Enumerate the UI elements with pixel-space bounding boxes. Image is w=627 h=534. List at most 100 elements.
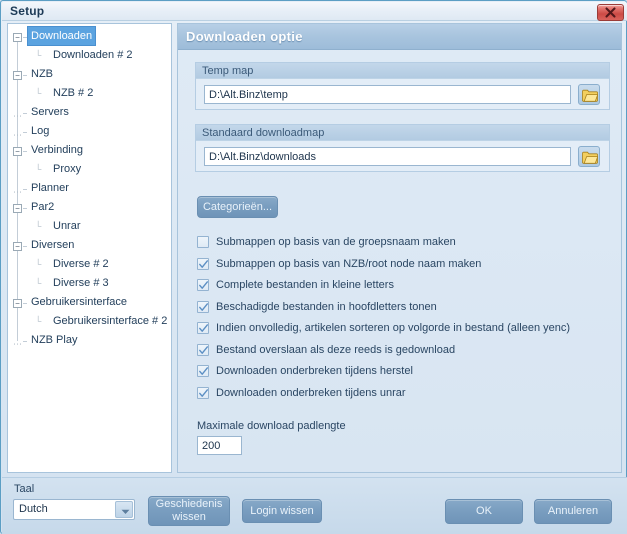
sidebar-item-label: Downloaden — [28, 27, 96, 45]
sidebar-item-diverse-2[interactable]: Diverse # 2 — [50, 256, 112, 274]
tree-leaf-marker-icon: ⋯ — [13, 130, 22, 140]
sidebar-item-label: Downloaden # 2 — [53, 49, 133, 61]
sidebar-item-label: Diverse # 3 — [53, 277, 109, 289]
sidebar-item-label: NZB # 2 — [53, 87, 94, 99]
temp-map-browse-button[interactable] — [578, 84, 600, 105]
chevron-down-icon[interactable] — [115, 501, 133, 518]
sidebar-item-label: Gebruikersinterface — [31, 296, 127, 308]
checkbox-checked[interactable] — [197, 257, 209, 270]
main-panel: Downloaden optie Temp map D:\Alt.Binz\te… — [177, 23, 622, 473]
sidebar-item-nzb[interactable]: NZB — [28, 66, 56, 84]
tree-child-connector-icon: └ — [35, 50, 42, 60]
cancel-button[interactable]: Annuleren — [534, 499, 612, 524]
checkbox-checked[interactable] — [197, 343, 209, 356]
sidebar-item-verbinding[interactable]: Verbinding — [28, 142, 86, 160]
language-label: Taal — [14, 483, 35, 495]
tree-child-connector-icon: └ — [35, 221, 42, 231]
tree-child-connector-icon: └ — [35, 164, 42, 174]
group-default-download-map-header: Standaard downloadmap — [196, 125, 609, 141]
tree-connector-line — [23, 303, 27, 304]
default-download-map-input[interactable]: D:\Alt.Binz\downloads — [204, 147, 571, 166]
tree-connector-line — [23, 113, 27, 114]
clear-login-button[interactable]: Login wissen — [242, 499, 322, 523]
group-default-download-map: Standaard downloadmap D:\Alt.Binz\downlo… — [195, 124, 610, 172]
sidebar-item-label: NZB — [31, 68, 53, 80]
categories-button[interactable]: Categorieën... — [197, 196, 278, 218]
language-select[interactable]: Dutch — [13, 499, 135, 520]
tree-child-connector-icon: └ — [35, 88, 42, 98]
clear-history-button[interactable]: Geschiedenis wissen — [148, 496, 230, 526]
sidebar-item-diverse-3[interactable]: Diverse # 3 — [50, 275, 112, 293]
panel-header-title: Downloaden optie — [186, 29, 303, 44]
group-temp-map: Temp map D:\Alt.Binz\temp — [195, 62, 610, 110]
temp-map-input[interactable]: D:\Alt.Binz\temp — [204, 85, 571, 104]
tree-expander-minus-icon[interactable]: − — [13, 33, 22, 42]
max-path-length-label: Maximale download padlengte — [197, 420, 346, 432]
sidebar-item-nzb-play[interactable]: NZB Play — [28, 332, 80, 350]
sidebar-item-gebruikersinterface-2[interactable]: Gebruikersinterface # 2 — [50, 313, 170, 331]
tree-child-connector-icon: └ — [35, 259, 42, 269]
checkbox-label: Submappen op basis van NZB/root node naa… — [216, 257, 482, 270]
settings-tree[interactable]: − Downloaden └ Downloaden # 2− NZB └ NZB # 2 ⋯ S… — [7, 23, 172, 473]
sidebar-item-servers[interactable]: Servers — [28, 104, 72, 122]
sidebar-item-label: NZB Play — [31, 334, 78, 346]
sidebar-item-unrar[interactable]: Unrar — [50, 218, 84, 236]
tree-connector-line — [23, 341, 27, 342]
checkbox-unchecked[interactable] — [197, 236, 209, 248]
tree-expander-minus-icon[interactable]: − — [13, 242, 22, 251]
sidebar-item-diversen[interactable]: Diversen — [28, 237, 77, 255]
sidebar-item-proxy[interactable]: Proxy — [50, 161, 84, 179]
sidebar-item-log[interactable]: Log — [28, 123, 52, 141]
checkbox-label: Bestand overslaan als deze reeds is gedo… — [216, 343, 456, 356]
checkbox-label: Complete bestanden in kleine letters — [216, 279, 394, 291]
tree-expander-minus-icon[interactable]: − — [13, 204, 22, 213]
sidebar-item-gebruikersinterface[interactable]: Gebruikersinterface — [28, 294, 130, 312]
window-title: Setup — [10, 4, 45, 18]
tree-leaf-marker-icon: ⋯ — [13, 111, 22, 121]
checkbox-label: Submappen op basis van de groepsnaam mak… — [216, 236, 456, 248]
checkbox-label: Downloaden onderbreken tijdens herstel — [216, 365, 413, 377]
tree-expander-minus-icon[interactable]: − — [13, 71, 22, 80]
sidebar-item-nzb-2[interactable]: NZB # 2 — [50, 85, 96, 103]
sidebar-item-planner[interactable]: Planner — [28, 180, 72, 198]
checkbox-label: Downloaden onderbreken tijdens unrar — [216, 386, 406, 399]
tree-leaf-marker-icon: ⋯ — [13, 339, 22, 349]
group-temp-map-header: Temp map — [196, 63, 609, 79]
tree-child-connector-icon: └ — [35, 316, 42, 326]
tree-connector-line — [23, 37, 27, 38]
language-select-value: Dutch — [19, 503, 48, 515]
tree-connector-line — [23, 208, 27, 209]
checkbox-label: Beschadigde bestanden in hoofdletters to… — [216, 300, 437, 313]
sidebar-item-label: Unrar — [53, 220, 81, 232]
tree-connector-line — [23, 246, 27, 247]
max-path-length-input[interactable]: 200 — [197, 436, 242, 455]
sidebar-item-downloaden[interactable]: Downloaden — [28, 27, 96, 46]
sidebar-item-par2[interactable]: Par2 — [28, 199, 57, 217]
group-temp-map-title: Temp map — [202, 65, 254, 77]
default-download-map-browse-button[interactable] — [578, 146, 600, 167]
sidebar-item-downloaden-2[interactable]: Downloaden # 2 — [50, 47, 136, 65]
checkbox-label: Indien onvolledig, artikelen sorteren op… — [216, 322, 571, 334]
checkbox-checked[interactable] — [197, 300, 209, 313]
tree-child-connector-icon: └ — [35, 278, 42, 288]
sidebar-item-label: Servers — [31, 106, 69, 118]
ok-button[interactable]: OK — [445, 499, 523, 524]
checkbox-checked[interactable] — [197, 279, 209, 291]
checkbox-checked[interactable] — [197, 386, 209, 399]
tree-expander-minus-icon[interactable]: − — [13, 147, 22, 156]
sidebar-item-label: Log — [31, 125, 50, 137]
bottom-bar: Taal Dutch Geschiedenis wissen Login wis… — [2, 477, 627, 534]
tree-connector-line — [23, 151, 27, 152]
sidebar-item-label: Gebruikersinterface # 2 — [53, 315, 168, 327]
tree-connector-line — [23, 75, 27, 76]
tree-connector-line — [23, 132, 27, 133]
tree-connector-line — [23, 189, 27, 190]
close-button[interactable] — [597, 4, 624, 21]
checkbox-checked[interactable] — [197, 322, 209, 334]
sidebar-item-label: Diversen — [31, 239, 75, 251]
checkbox-checked[interactable] — [197, 365, 209, 377]
sidebar-item-label: Verbinding — [31, 144, 83, 156]
tree-expander-minus-icon[interactable]: − — [13, 299, 22, 308]
tree-leaf-marker-icon: ⋯ — [13, 187, 22, 197]
panel-header: Downloaden optie — [178, 24, 621, 50]
